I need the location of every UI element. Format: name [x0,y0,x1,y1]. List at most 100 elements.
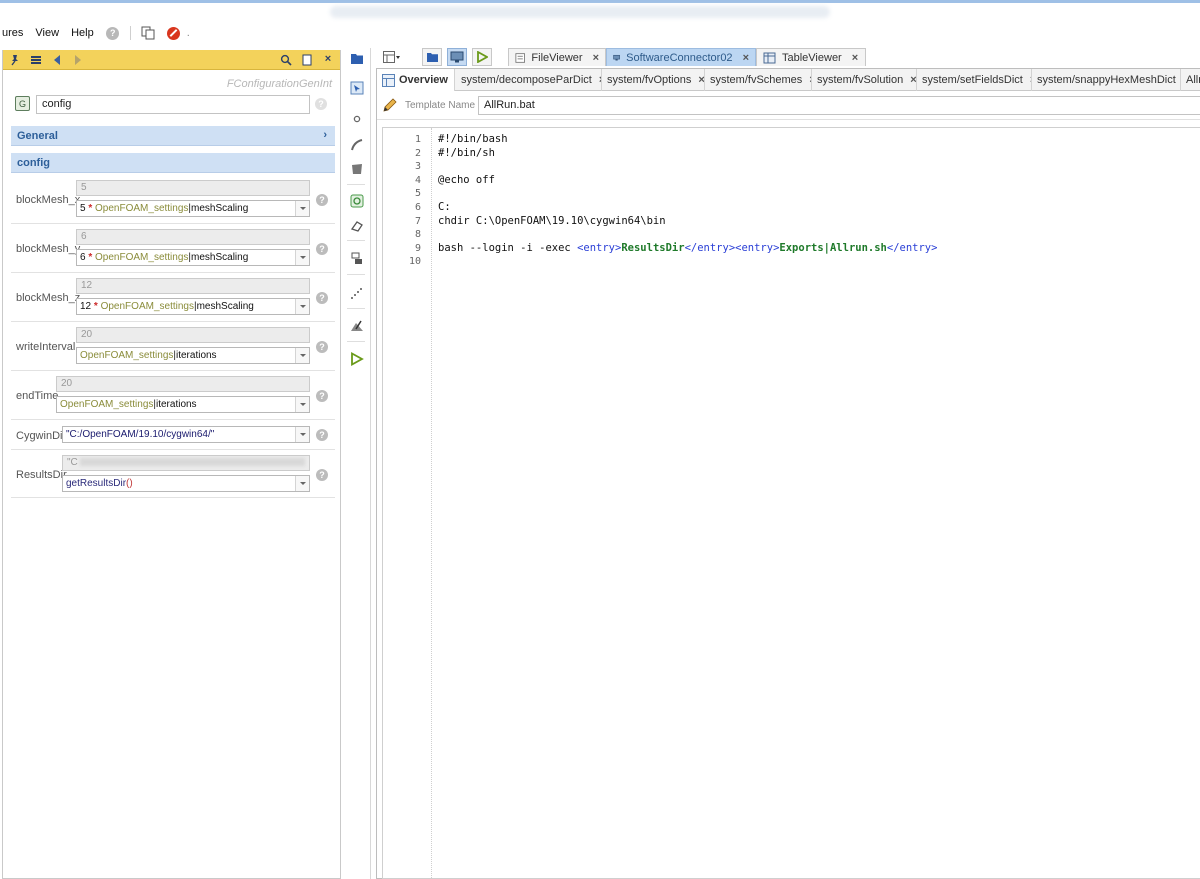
tab-decompose-par-dict[interactable]: system/decomposeParDict× [456,69,602,91]
template-name-input[interactable]: AllRun.bat [478,96,1200,115]
help-icon[interactable]: ? [316,194,328,206]
folder-tab-button-icon[interactable] [422,48,442,66]
tab-label: system/fvSchemes [710,74,803,86]
property-expression[interactable]: getResultsDir() [62,475,310,492]
tab-fv-schemes[interactable]: system/fvSchemes× [705,69,812,91]
monitor-icon[interactable] [447,48,467,66]
surface-icon[interactable] [350,162,364,176]
dropdown-arrow-icon[interactable] [295,250,309,265]
dropdown-arrow-icon[interactable] [295,427,309,442]
property-expression[interactable]: 5 * OpenFOAM_settings|meshScaling [76,200,310,217]
layout-grid-icon[interactable] [382,48,402,66]
help-icon[interactable]: ? [316,243,328,255]
chevron-right-icon: › [323,129,327,141]
forward-arrow-icon[interactable] [72,54,84,66]
top-tab-strip: FileViewer × SoftwareConnector02 × Table… [372,44,1200,66]
menu-help[interactable]: Help [65,27,100,39]
tab-overview[interactable]: Overview [377,69,455,91]
property-value: 6 [76,229,310,245]
node-icon[interactable] [350,251,364,265]
line-number: 2 [414,147,421,159]
dropdown-arrow-icon[interactable] [295,201,309,216]
tab-snappy-hex-mesh-dict[interactable]: system/snappyHexMeshDict× [1032,69,1181,91]
run-icon[interactable] [350,352,364,366]
code-line: chdir C:\OpenFOAM\19.10\cygwin64\bin [438,214,666,227]
property-value: 5 [76,180,310,196]
close-tab-icon[interactable]: × [593,52,599,64]
stop-icon[interactable] [167,26,181,40]
line-number-gutter: 1 2 3 4 5 6 7 8 9 10 [383,128,432,878]
help-icon[interactable]: ? [316,390,328,402]
tab-set-fields-dict[interactable]: system/setFieldsDict× [917,69,1032,91]
copy-icon[interactable] [301,54,313,66]
property-label: CygwinDir [16,430,67,442]
panel-toolbar: × [3,50,340,70]
config-help-icon[interactable]: ? [315,98,327,110]
help-icon[interactable]: ? [106,26,120,40]
property-label: blockMesh_x [16,194,81,206]
code-line: @echo off [438,173,495,186]
line-number: 6 [414,202,421,213]
close-tab-icon[interactable]: × [698,74,704,86]
property-expression[interactable]: "C:/OpenFOAM/19.10/cygwin64/" [62,426,310,443]
vertical-toolbar [341,48,371,879]
tab-label: system/setFieldsDict [922,74,1023,86]
close-tab-icon[interactable]: × [852,52,858,64]
property-row-blockmesh-y: blockMesh_y 6 6 * OpenFOAM_settings|mesh… [11,225,335,273]
help-icon[interactable]: ? [316,469,328,481]
menu-features[interactable]: ures [0,27,29,39]
curve-icon[interactable] [350,138,364,152]
section-config-label: config [17,157,50,169]
help-icon[interactable]: ? [316,341,328,353]
table-icon [763,52,776,63]
tab-allrun[interactable]: Allr [1181,69,1200,91]
tab-fv-options[interactable]: system/fvOptions × [602,69,705,91]
tab-table-viewer[interactable]: TableViewer × [756,48,866,66]
section-config[interactable]: config [11,153,335,173]
property-value: "C [62,455,310,471]
geometry-icon[interactable] [350,194,364,208]
copy-window-icon[interactable] [141,26,155,40]
section-general-label: General [17,130,58,142]
window-top-border [0,0,1200,3]
close-tab-icon[interactable]: × [910,74,916,86]
property-label: blockMesh_z [16,292,81,304]
dropdown-arrow-icon[interactable] [295,348,309,363]
config-name-input[interactable]: config [36,95,310,114]
property-expression[interactable]: OpenFOAM_settings|iterations [56,396,310,413]
property-row-blockmesh-z: blockMesh_z 12 12 * OpenFOAM_settings|me… [11,274,335,322]
section-general[interactable]: General › [11,126,335,146]
pin-icon[interactable] [9,54,21,66]
class-name-label: FConfigurationGenInt [226,78,332,90]
tab-software-connector[interactable]: SoftwareConnector02 × [606,48,756,66]
close-tab-icon[interactable]: × [743,52,749,64]
menu-view[interactable]: View [29,27,65,39]
editor-tab-strip: Overview system/decomposeParDict× system… [377,69,1200,91]
measure-icon[interactable] [350,319,364,333]
help-icon[interactable]: ? [316,429,328,441]
code-editor[interactable]: 1 2 3 4 5 6 7 8 9 10 #!/bin/bash #!/bin/… [382,127,1200,879]
property-expression[interactable]: OpenFOAM_settings|iterations [76,347,310,364]
play-icon[interactable] [472,48,492,66]
property-expression[interactable]: 12 * OpenFOAM_settings|meshScaling [76,298,310,315]
overview-grid-icon [382,73,395,87]
back-arrow-icon[interactable] [51,54,63,66]
tab-file-viewer[interactable]: FileViewer × [508,48,606,66]
select-icon[interactable] [350,81,364,95]
dotted-line-icon[interactable] [350,286,364,300]
close-icon[interactable]: × [322,54,334,66]
search-icon[interactable] [280,54,292,66]
dropdown-arrow-icon[interactable] [295,299,309,314]
eraser-icon[interactable] [350,219,364,233]
tab-fv-solution[interactable]: system/fvSolution × [812,69,917,91]
template-editor: Overview system/decomposeParDict× system… [376,68,1200,879]
properties-panel: × FConfigurationGenInt G config ? Genera… [2,50,341,879]
code-line-9: bash --login -i -exec <entry>ResultsDir<… [438,241,938,254]
dropdown-arrow-icon[interactable] [295,476,309,491]
list-icon[interactable] [30,54,42,66]
point-icon[interactable] [350,112,364,126]
property-expression[interactable]: 6 * OpenFOAM_settings|meshScaling [76,249,310,266]
help-icon[interactable]: ? [316,292,328,304]
folder-icon[interactable] [350,51,364,65]
dropdown-arrow-icon[interactable] [295,397,309,412]
